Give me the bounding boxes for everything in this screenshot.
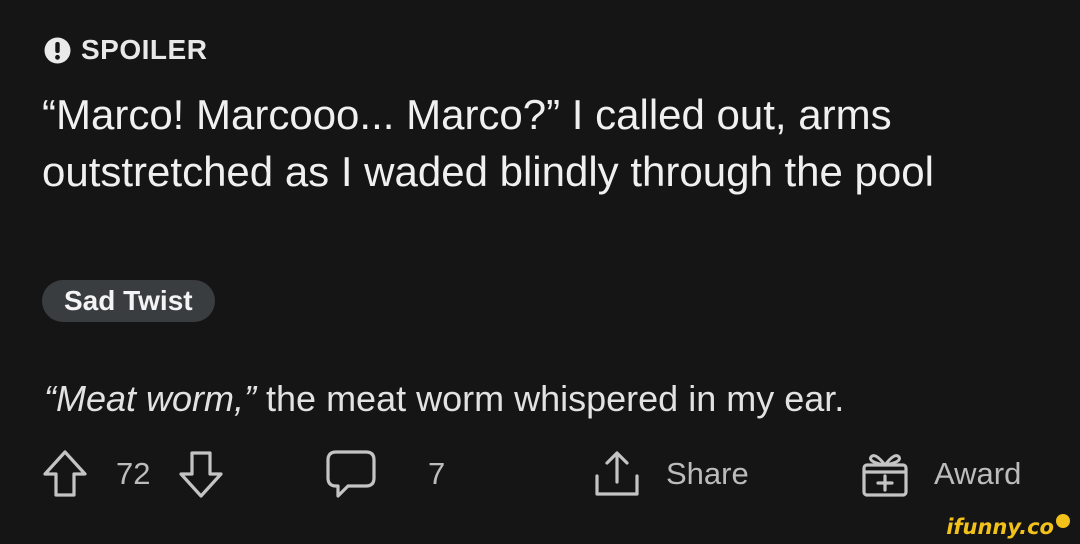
ifunny-watermark: ifunny.co [946,514,1070,539]
post-title[interactable]: “Marco! Marcooo... Marco?” I called out,… [42,86,1042,200]
comment-count: 7 [428,456,446,491]
post-body-quote: “Meat worm,” [44,378,257,419]
watermark-text: ifunny.co [946,515,1054,539]
comment-button[interactable] [324,444,378,504]
downvote-button[interactable] [178,444,224,504]
action-bar: 72 7 Share Award [0,444,1080,504]
vote-count: 72 [116,456,151,491]
share-button[interactable]: Share [592,444,749,504]
upvote-button[interactable] [42,444,88,504]
post-flair[interactable]: Sad Twist [42,280,215,322]
share-label: Share [666,456,749,491]
post-body: “Meat worm,” the meat worm whispered in … [44,374,1044,424]
award-button[interactable]: Award [860,444,1021,504]
comment-icon [324,448,378,500]
post-card: SPOILER “Marco! Marcooo... Marco?” I cal… [0,0,1080,522]
downvote-icon [178,449,224,499]
spoiler-alert-icon [44,37,71,64]
upvote-icon [42,449,88,499]
watermark-smile-icon [1056,514,1070,528]
award-icon [860,448,910,500]
award-label: Award [934,456,1022,491]
spoiler-tag: SPOILER [44,30,207,70]
spoiler-label: SPOILER [81,34,208,65]
post-body-rest: the meat worm whispered in my ear. [256,378,845,419]
share-icon [592,448,642,500]
